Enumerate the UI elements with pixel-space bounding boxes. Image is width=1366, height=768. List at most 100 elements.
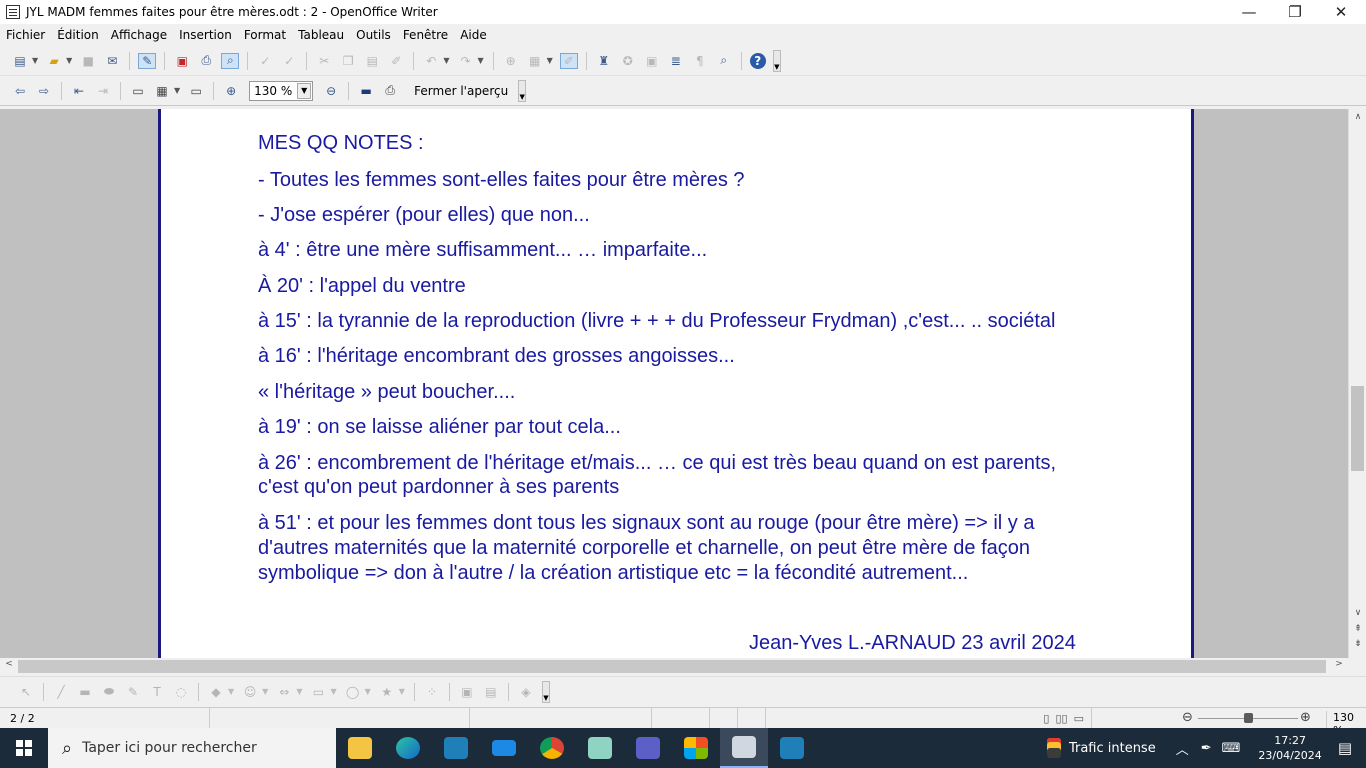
- zoom-select[interactable]: 130 % ▼: [249, 80, 314, 101]
- ellipse-icon[interactable]: ⬬: [100, 684, 118, 700]
- basic-shapes-dropdown-icon[interactable]: ▼: [228, 687, 234, 696]
- fontwork-icon[interactable]: ▣: [458, 684, 476, 700]
- menu-fichier[interactable]: Fichier: [6, 28, 45, 42]
- horizontal-scroll-thumb[interactable]: [18, 660, 1326, 673]
- notification-icon[interactable]: ▤: [1338, 739, 1352, 757]
- previous-page-icon[interactable]: ⇦: [11, 83, 29, 99]
- table-icon[interactable]: ▦: [526, 53, 544, 69]
- block-arrows-icon[interactable]: ⇔: [275, 684, 293, 700]
- export-pdf-icon[interactable]: ▣: [173, 53, 191, 69]
- stars-icon[interactable]: ★: [378, 684, 396, 700]
- book-view-icon[interactable]: ▭: [1074, 712, 1084, 725]
- file-explorer-app[interactable]: [336, 728, 384, 768]
- paste-icon[interactable]: ▤: [363, 53, 381, 69]
- format-paintbrush-icon[interactable]: ✐: [387, 53, 405, 69]
- multiple-pages-dropdown-icon[interactable]: ▼: [174, 86, 180, 95]
- toolbar-options-icon[interactable]: ▼: [518, 79, 527, 102]
- task-manager-app[interactable]: [624, 728, 672, 768]
- toolbar-options-icon[interactable]: ▼: [541, 680, 550, 703]
- print-preview-icon[interactable]: ⌕: [221, 52, 240, 69]
- next-page-nav-icon[interactable]: ⇟: [1349, 639, 1366, 649]
- table-dropdown-icon[interactable]: ▼: [547, 56, 553, 65]
- next-page-icon[interactable]: ⇨: [35, 83, 53, 99]
- menu-aide[interactable]: Aide: [460, 28, 487, 42]
- single-page-view-icon[interactable]: ▯: [1043, 712, 1049, 725]
- undo-dropdown-icon[interactable]: ▼: [443, 56, 449, 65]
- flowchart-dropdown-icon[interactable]: ▼: [330, 687, 336, 696]
- print-page-view-icon[interactable]: ⎙: [381, 83, 399, 99]
- menu-fenetre[interactable]: Fenêtre: [403, 28, 448, 42]
- symbol-shapes-dropdown-icon[interactable]: ▼: [262, 687, 268, 696]
- book-preview-icon[interactable]: ▭: [187, 83, 205, 99]
- save-icon[interactable]: ■: [79, 53, 97, 69]
- openoffice-start-app[interactable]: [768, 728, 816, 768]
- gallery-icon[interactable]: ▣: [643, 53, 661, 69]
- notes-app[interactable]: [576, 728, 624, 768]
- minimize-button[interactable]: —: [1226, 0, 1272, 24]
- toolbar-options-icon[interactable]: ▼: [772, 49, 781, 72]
- keyboard-icon[interactable]: ⌨: [1222, 741, 1241, 756]
- select-arrow-icon[interactable]: ↖: [17, 684, 35, 700]
- last-page-icon[interactable]: ⇥: [94, 83, 112, 99]
- spellcheck-icon[interactable]: ✓: [256, 53, 274, 69]
- text-icon[interactable]: T: [148, 684, 166, 700]
- vertical-scrollbar[interactable]: ∧ ∨ ⇞ ⇟: [1348, 109, 1366, 658]
- horizontal-scrollbar[interactable]: < >: [0, 658, 1348, 675]
- scroll-down-icon[interactable]: ∨: [1349, 608, 1366, 618]
- nonprinting-chars-icon[interactable]: ¶: [691, 53, 709, 69]
- print-icon[interactable]: ⎙: [197, 53, 215, 69]
- weather-label[interactable]: Trafic intense: [1069, 741, 1156, 756]
- close-preview-button[interactable]: Fermer l'aperçu: [414, 84, 508, 98]
- rectangle-icon[interactable]: ▬: [76, 684, 94, 700]
- zoom-in-slider-icon[interactable]: ⊕: [1300, 710, 1311, 725]
- from-file-icon[interactable]: ▤: [482, 684, 500, 700]
- store-app[interactable]: [672, 728, 720, 768]
- maximize-button[interactable]: ❐: [1272, 0, 1318, 24]
- redo-dropdown-icon[interactable]: ▼: [477, 56, 483, 65]
- previous-page-nav-icon[interactable]: ⇞: [1349, 624, 1366, 634]
- callout-icon[interactable]: ◌: [172, 684, 190, 700]
- points-icon[interactable]: ⁘: [423, 684, 441, 700]
- undo-icon[interactable]: ↶: [422, 53, 440, 69]
- multiple-pages-icon[interactable]: ▦: [153, 83, 171, 99]
- document-area[interactable]: MES QQ NOTES : - Toutes les femmes sont-…: [0, 109, 1348, 658]
- multi-page-view-icon[interactable]: ▯▯: [1055, 712, 1067, 725]
- edit-mode-icon[interactable]: ✎: [138, 52, 157, 69]
- extrusion-icon[interactable]: ◈: [517, 684, 535, 700]
- pen-icon[interactable]: ✒: [1201, 741, 1212, 756]
- chevron-up-icon[interactable]: ︿: [1176, 739, 1189, 758]
- zoom-out-icon[interactable]: ⊖: [322, 83, 340, 99]
- two-pages-icon[interactable]: ▭: [129, 83, 147, 99]
- new-dropdown-icon[interactable]: ▼: [32, 56, 38, 65]
- zoom-slider-knob[interactable]: [1244, 713, 1253, 723]
- scroll-up-icon[interactable]: ∧: [1349, 112, 1366, 122]
- find-replace-icon[interactable]: ♜: [595, 53, 613, 69]
- menu-insertion[interactable]: Insertion: [179, 28, 232, 42]
- full-screen-icon[interactable]: ▬: [357, 83, 375, 99]
- autospell-icon[interactable]: ✓: [280, 53, 298, 69]
- openoffice-app[interactable]: [432, 728, 480, 768]
- copy-icon[interactable]: ❐: [339, 53, 357, 69]
- scroll-left-icon[interactable]: <: [0, 659, 18, 669]
- zoom-out-slider-icon[interactable]: ⊖: [1182, 710, 1193, 725]
- email-icon[interactable]: ✉: [103, 53, 121, 69]
- menu-tableau[interactable]: Tableau: [298, 28, 344, 42]
- taskbar-search[interactable]: ⌕ Taper ici pour rechercher: [48, 728, 336, 768]
- vertical-scroll-thumb[interactable]: [1351, 386, 1364, 471]
- open-folder-icon[interactable]: ▰: [45, 53, 63, 69]
- show-draw-functions-icon[interactable]: ✐: [559, 52, 578, 69]
- block-arrows-dropdown-icon[interactable]: ▼: [296, 687, 302, 696]
- menu-affichage[interactable]: Affichage: [111, 28, 167, 42]
- menu-format[interactable]: Format: [244, 28, 286, 42]
- data-sources-icon[interactable]: ≣: [667, 53, 685, 69]
- traffic-light-icon[interactable]: [1046, 738, 1061, 758]
- new-document-icon[interactable]: ▤: [11, 53, 29, 69]
- menu-outils[interactable]: Outils: [356, 28, 391, 42]
- line-icon[interactable]: ╱: [52, 684, 70, 700]
- start-button[interactable]: [0, 728, 48, 768]
- flowchart-icon[interactable]: ▭: [309, 684, 327, 700]
- scroll-right-icon[interactable]: >: [1330, 659, 1348, 669]
- hyperlink-icon[interactable]: ⊕: [502, 53, 520, 69]
- cut-icon[interactable]: ✂: [315, 53, 333, 69]
- mail-app[interactable]: [480, 728, 528, 768]
